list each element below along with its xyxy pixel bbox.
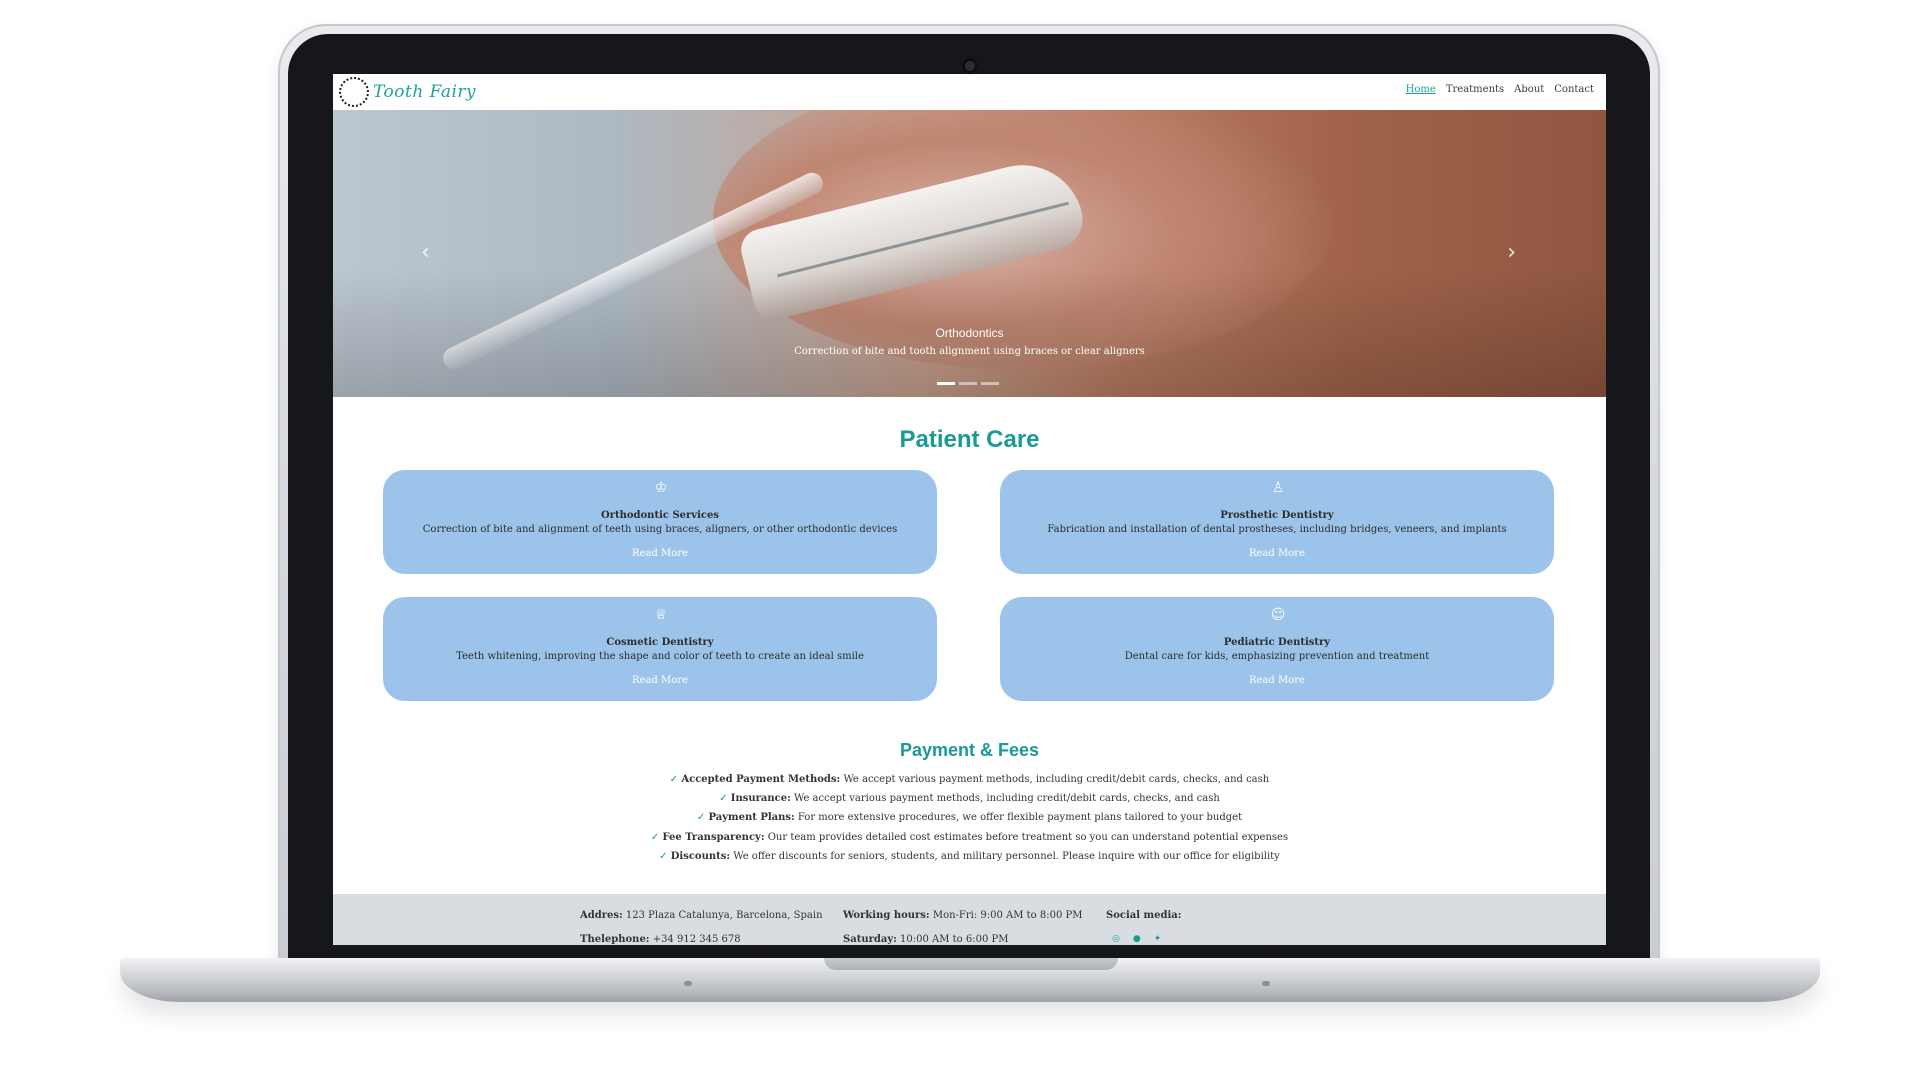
- facebook-icon[interactable]: ●: [1133, 934, 1141, 944]
- read-more-link[interactable]: Read More: [383, 675, 937, 686]
- address-label: Addres:: [580, 910, 623, 921]
- payment-item-label: Insurance:: [730, 793, 791, 805]
- payment-item-text: Our team provides detailed cost estimate…: [767, 831, 1289, 843]
- nav-home[interactable]: Home: [1406, 84, 1436, 95]
- list-item: ✓ Payment Plans: For more extensive proc…: [333, 808, 1606, 827]
- service-card-orthodontic: ♔ Orthodontic Services Correction of bit…: [383, 470, 937, 574]
- card-title: Prosthetic Dentistry: [1220, 510, 1334, 521]
- check-icon: ✓: [659, 850, 668, 862]
- read-more-link[interactable]: Read More: [1000, 675, 1554, 686]
- list-item: ✓ Insurance: We accept various payment m…: [333, 789, 1606, 808]
- webcam: [962, 58, 978, 74]
- nav-contact[interactable]: Contact: [1554, 84, 1594, 95]
- hours-label: Working hours:: [843, 910, 930, 921]
- carousel-indicator[interactable]: [959, 382, 977, 385]
- check-icon: ✓: [719, 793, 728, 805]
- address-value: 123 Plaza Catalunya, Barcelona, Spain: [625, 910, 823, 921]
- payment-item-text: We accept various payment methods, inclu…: [843, 774, 1270, 785]
- card-description: Fabrication and installation of dental p…: [1047, 524, 1507, 535]
- hero-carousel[interactable]: ‹ › Orthodontics Correction of bite and …: [333, 110, 1606, 397]
- payment-item-text: We accept various payment methods, inclu…: [794, 793, 1220, 805]
- card-description: Dental care for kids, emphasizing preven…: [1124, 651, 1430, 662]
- service-card-pediatric: ☺ Pediatric Dentistry Dental care for ki…: [1000, 597, 1554, 701]
- social-label: Social media:: [1106, 910, 1182, 921]
- card-description: Teeth whitening, improving the shape and…: [456, 651, 864, 662]
- site-logo[interactable]: Tooth Fairy: [339, 77, 476, 107]
- phone-value[interactable]: +34 912 345 678: [653, 934, 741, 945]
- laptop-foot: [1262, 981, 1270, 986]
- logo-circle-icon: [339, 77, 369, 107]
- payment-item-label: Discounts:: [670, 850, 731, 862]
- hero-caption-subtitle: Correction of bite and tooth alignment u…: [794, 346, 1145, 357]
- logo-text: Tooth Fairy: [373, 82, 477, 102]
- check-icon: ✓: [650, 831, 660, 843]
- list-item: ✓ Accepted Payment Methods: We accept va…: [333, 770, 1606, 789]
- saturday-value: 10:00 AM to 6:00 PM: [900, 934, 1009, 945]
- read-more-link[interactable]: Read More: [1000, 548, 1554, 559]
- phone-label: Thelephone:: [580, 934, 650, 945]
- saturday-label: Saturday:: [843, 934, 897, 945]
- sparkle-tooth-icon: ♕: [654, 607, 668, 623]
- footer-social: Social media: ◎ ● ✦: [1106, 910, 1181, 944]
- payment-item-label: Payment Plans:: [708, 812, 795, 824]
- payment-fees-title: Payment & Fees: [899, 740, 1040, 760]
- twitter-icon[interactable]: ✦: [1154, 934, 1162, 944]
- payment-item-label: Accepted Payment Methods:: [681, 774, 841, 785]
- laptop-notch: [824, 958, 1118, 970]
- card-description: Correction of bite and alignment of teet…: [422, 524, 898, 535]
- chevron-left-icon[interactable]: ‹: [421, 240, 430, 265]
- nav-menu: Home Treatments About Contact: [1406, 84, 1594, 95]
- carousel-indicators: [937, 382, 999, 385]
- service-card-cosmetic: ♕ Cosmetic Dentistry Teeth whitening, im…: [383, 597, 937, 701]
- nav-treatments[interactable]: Treatments: [1446, 84, 1504, 95]
- card-title: Pediatric Dentistry: [1223, 637, 1331, 648]
- chevron-right-icon[interactable]: ›: [1507, 240, 1516, 265]
- hero-caption-title: Orthodontics: [935, 326, 1004, 340]
- read-more-link[interactable]: Read More: [383, 548, 937, 559]
- check-icon: ✓: [669, 774, 679, 785]
- footer-hours: Working hours: Mon-Fri: 9:00 AM to 8:00 …: [843, 910, 1082, 945]
- service-card-prosthetic: ♙ Prosthetic Dentistry Fabrication and i…: [1000, 470, 1554, 574]
- carousel-indicator[interactable]: [981, 382, 999, 385]
- check-icon: ✓: [696, 812, 706, 824]
- laptop-foot: [684, 981, 692, 986]
- carousel-indicator[interactable]: [937, 382, 955, 385]
- payment-item-text: We offer discounts for seniors, students…: [733, 850, 1280, 862]
- tooth-icon: ♙: [1271, 480, 1285, 496]
- nav-about[interactable]: About: [1514, 84, 1544, 95]
- instagram-icon[interactable]: ◎: [1112, 934, 1120, 944]
- patient-care-title: Patient Care: [899, 426, 1040, 453]
- payment-list: ✓ Accepted Payment Methods: We accept va…: [333, 770, 1606, 866]
- list-item: ✓ Discounts: We offer discounts for seni…: [333, 847, 1606, 866]
- payment-item-text: For more extensive procedures, we offer …: [797, 812, 1243, 824]
- payment-item-label: Fee Transparency:: [662, 831, 765, 843]
- footer-contact: Addres: 123 Plaza Catalunya, Barcelona, …: [580, 910, 823, 945]
- site-footer: Addres: 123 Plaza Catalunya, Barcelona, …: [333, 894, 1606, 945]
- smile-icon: ☺: [1270, 607, 1286, 623]
- navbar: Tooth Fairy Home Treatments About Contac…: [333, 74, 1606, 110]
- social-links: ◎ ● ✦: [1112, 934, 1181, 944]
- card-title: Cosmetic Dentistry: [606, 637, 714, 648]
- braces-tooth-icon: ♔: [654, 480, 668, 496]
- hours-value: Mon-Fri: 9:00 AM to 8:00 PM: [932, 910, 1083, 921]
- website-screen: Tooth Fairy Home Treatments About Contac…: [333, 74, 1606, 945]
- list-item: ✓ Fee Transparency: Our team provides de…: [333, 828, 1606, 847]
- card-title: Orthodontic Services: [600, 510, 719, 521]
